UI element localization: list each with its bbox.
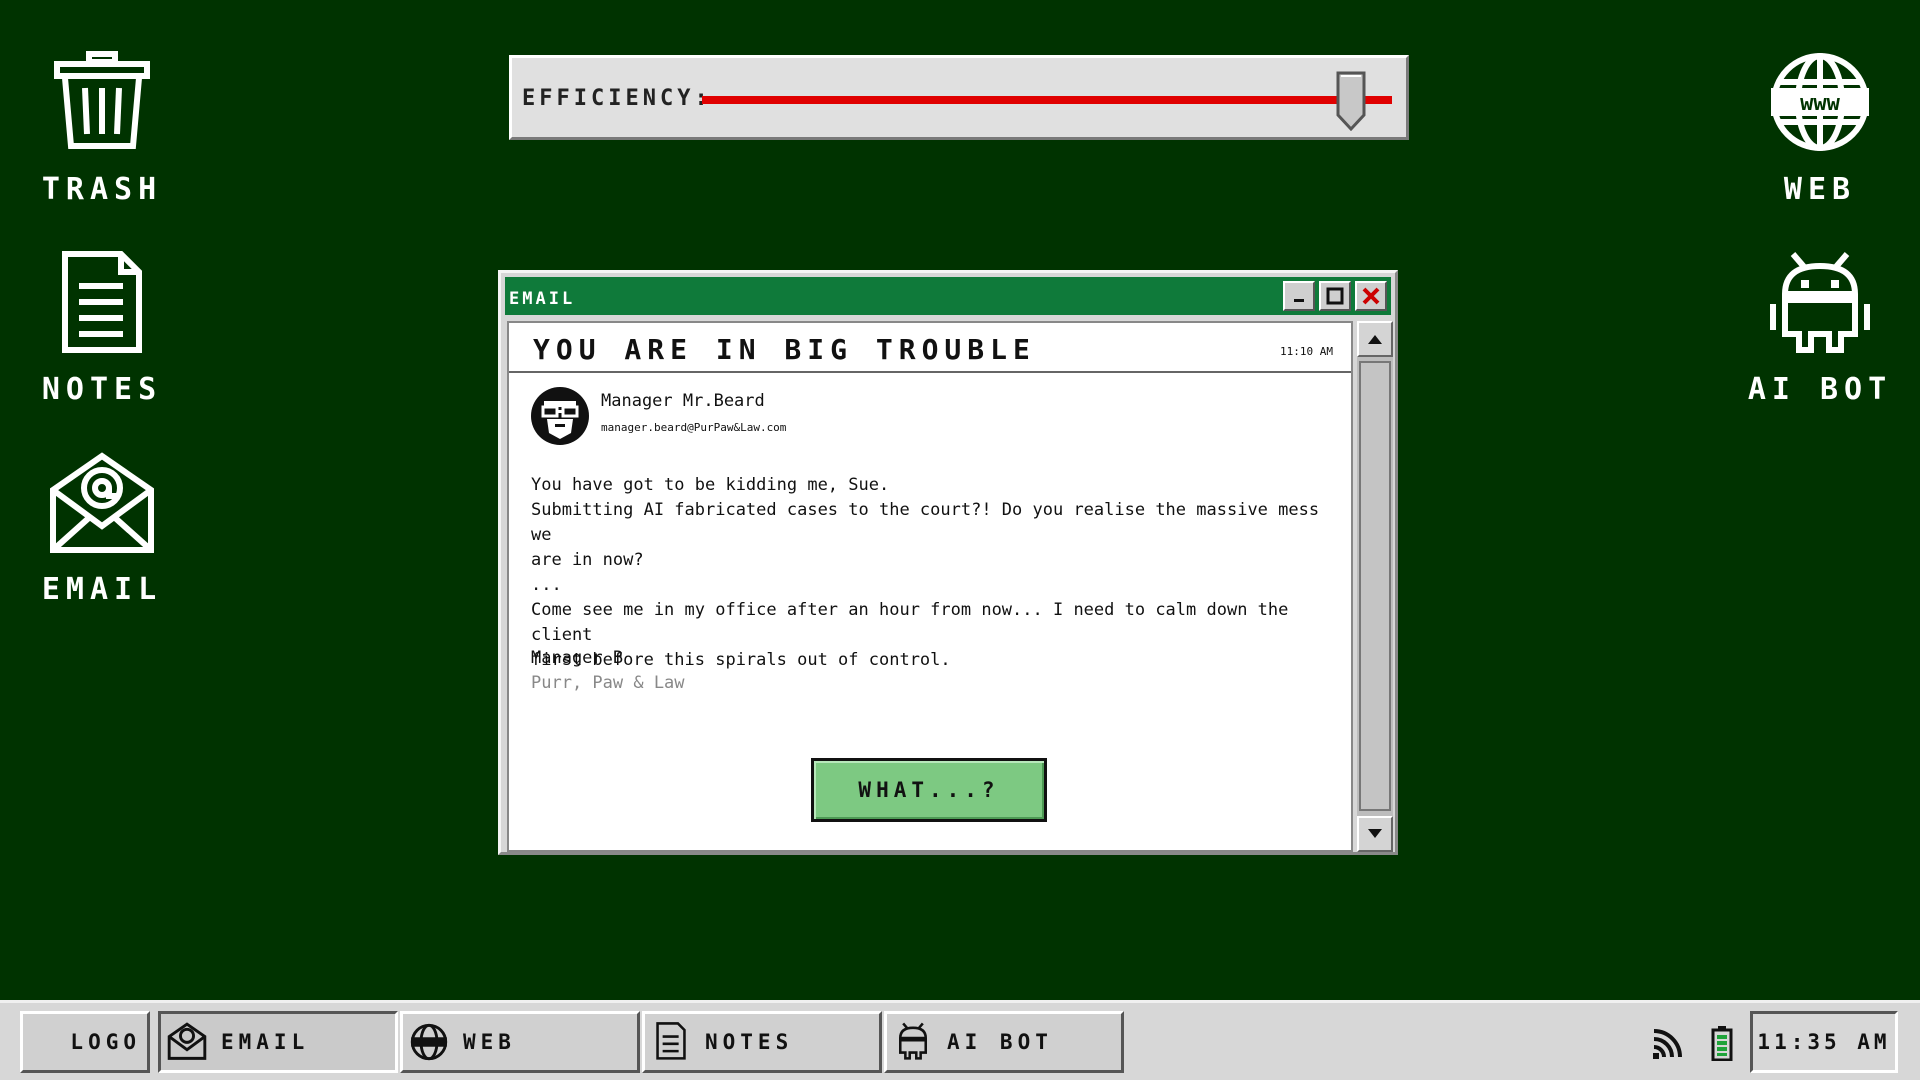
desktop-icon-ai-bot[interactable]: AI BOT: [1740, 250, 1900, 407]
svg-text:www: www: [1800, 91, 1840, 116]
desktop-icon-label: WEB: [1783, 172, 1857, 207]
scrollbar[interactable]: [1357, 321, 1393, 852]
sender-email[interactable]: manager.beard@PurPaw&Law.com: [601, 421, 786, 434]
scroll-track[interactable]: [1359, 361, 1391, 811]
ai-bot-icon: [1770, 252, 1870, 353]
taskbar-item-label: AI BOT: [947, 1030, 1053, 1054]
battery-icon[interactable]: [1704, 1025, 1740, 1061]
taskbar-item-notes[interactable]: NOTES: [642, 1011, 882, 1073]
window-titlebar[interactable]: EMAIL: [505, 277, 1391, 315]
web-icon: www: [1771, 53, 1869, 151]
wifi-icon[interactable]: [1650, 1025, 1686, 1061]
arrow-up-icon: [1368, 335, 1382, 344]
minimize-button[interactable]: [1283, 281, 1315, 311]
desktop-icon-label: TRASH: [41, 172, 163, 207]
email-icon: [167, 1022, 207, 1060]
scroll-up-button[interactable]: [1357, 321, 1393, 357]
signature-company: Purr, Paw & Law: [531, 673, 685, 693]
efficiency-track: [702, 71, 1392, 132]
desktop-icon-email[interactable]: EMAIL: [22, 450, 182, 607]
avatar: [531, 387, 589, 445]
taskbar-item-ai-bot[interactable]: AI BOT: [884, 1011, 1124, 1073]
desktop-icon-web[interactable]: www WEB: [1740, 50, 1900, 207]
taskbar-clock: 11:35 AM: [1750, 1011, 1898, 1073]
taskbar-item-email[interactable]: EMAIL: [158, 1011, 398, 1073]
trash-icon: [54, 51, 150, 149]
email-body: You have got to be kidding me, Sue. Subm…: [531, 475, 1320, 670]
minimize-icon: [1294, 299, 1304, 302]
efficiency-handle[interactable]: [1336, 71, 1366, 132]
subject-row: YOU ARE IN BIG TROUBLE 11:10 AM: [509, 323, 1351, 373]
desktop-icon-label: AI BOT: [1747, 372, 1893, 407]
maximize-icon: [1326, 287, 1344, 305]
email-time: 11:10 AM: [1280, 345, 1333, 358]
close-button[interactable]: [1355, 281, 1387, 311]
close-icon: [1362, 287, 1380, 305]
reply-button[interactable]: WHAT...?: [811, 758, 1047, 822]
desktop-icon-notes[interactable]: NOTES: [22, 250, 182, 407]
email-subject: YOU ARE IN BIG TROUBLE: [533, 333, 1036, 366]
desktop: TRASH NOTES EMAIL www WEB AI BOT EFFICIE…: [0, 0, 1920, 1000]
desktop-icon-trash[interactable]: TRASH: [22, 50, 182, 207]
taskbar-item-web[interactable]: WEB: [400, 1011, 640, 1073]
taskbar-item-label: WEB: [463, 1030, 516, 1054]
scroll-down-button[interactable]: [1357, 816, 1393, 852]
ai-bot-icon: [898, 1022, 928, 1060]
logo-label: LOGO: [70, 1030, 141, 1054]
taskbar-item-label: NOTES: [705, 1030, 794, 1054]
signature-name: Manager B: [531, 648, 624, 668]
email-content: YOU ARE IN BIG TROUBLE 11:10 AM Manager …: [507, 321, 1353, 852]
desktop-icon-label: EMAIL: [41, 572, 163, 607]
desktop-icon-label: NOTES: [41, 372, 163, 407]
notes-icon: [656, 1022, 686, 1060]
arrow-down-icon: [1368, 829, 1382, 838]
web-icon: [410, 1023, 448, 1061]
taskbar: LOGO EMAIL WEB NOTES AI BOT 11:35 AM: [0, 1000, 1920, 1080]
efficiency-label: EFFICIENCY:: [522, 86, 712, 111]
taskbar-item-label: EMAIL: [221, 1030, 310, 1054]
email-window: EMAIL YOU ARE IN BIG TROUBLE 11:10 AM Ma…: [498, 270, 1398, 855]
window-title: EMAIL: [509, 289, 576, 309]
sender-name: Manager Mr.Beard: [601, 391, 765, 411]
email-icon: [50, 452, 154, 553]
logo-button[interactable]: LOGO: [20, 1011, 150, 1073]
notes-icon: [62, 251, 142, 353]
maximize-button[interactable]: [1319, 281, 1351, 311]
efficiency-meter: EFFICIENCY:: [509, 55, 1409, 140]
